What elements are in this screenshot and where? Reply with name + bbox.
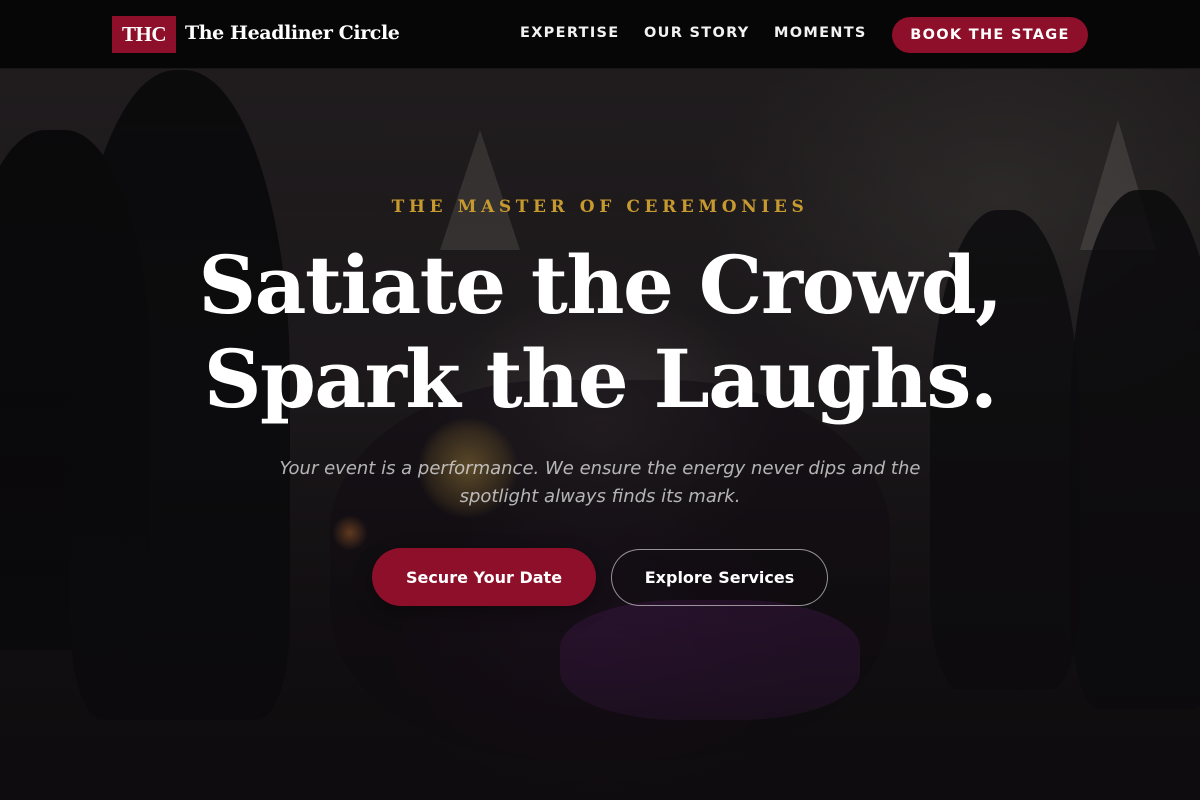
logo-badge[interactable]: THC <box>112 16 176 53</box>
nav-link-expertise[interactable]: EXPERTISE <box>520 25 619 41</box>
headline-line-1: Satiate the Crowd, <box>198 238 1003 332</box>
hero-eyebrow: THE MASTER OF CEREMONIES <box>391 197 809 217</box>
hero-headline: Satiate the Crowd, Spark the Laughs. <box>0 238 1200 426</box>
nav-link-moments[interactable]: MOMENTS <box>774 25 867 41</box>
brand-name[interactable]: The Headliner Circle <box>185 22 400 44</box>
hero-subtitle: Your event is a performance. We ensure t… <box>279 458 921 507</box>
nav-link-our-story[interactable]: OUR STORY <box>644 25 750 41</box>
explore-services-button[interactable]: Explore Services <box>611 549 828 606</box>
secure-your-date-button[interactable]: Secure Your Date <box>372 548 596 606</box>
headline-line-2: Spark the Laughs. <box>203 332 998 426</box>
site-header: THC The Headliner Circle EXPERTISE OUR S… <box>0 0 1200 69</box>
book-the-stage-button[interactable]: BOOK THE STAGE <box>892 17 1088 53</box>
